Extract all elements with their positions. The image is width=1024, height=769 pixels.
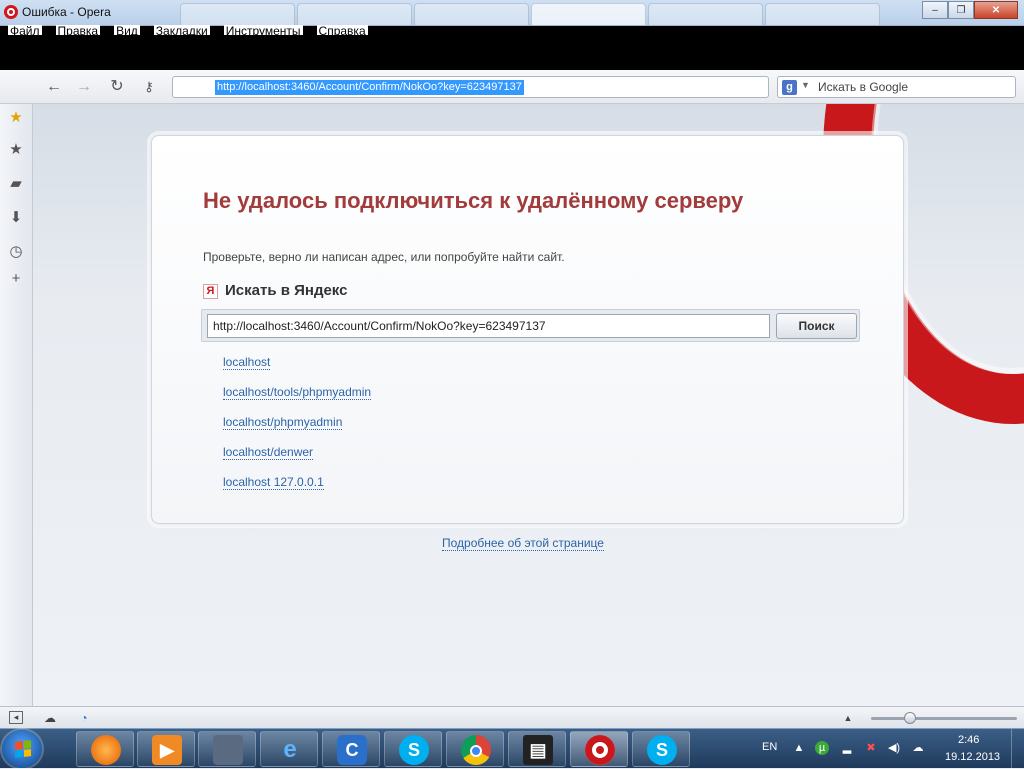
suggestion-link[interactable]: localhost/tools/phpmyadmin: [223, 385, 372, 400]
firefox-icon: [91, 735, 121, 765]
taskbar-skype[interactable]: S: [384, 731, 442, 767]
taskbar-opera[interactable]: [570, 731, 628, 767]
history-icon[interactable]: ◷: [7, 243, 25, 261]
taskbar-firefox[interactable]: [76, 731, 134, 767]
game-icon: [213, 735, 243, 765]
taskbar: ▶ e C S ▤ S EN ▲ µ ▂ ✖ ◀) ☁ 2:46 19.12.2…: [0, 728, 1024, 769]
menu-items: Файл Правка Вид Закладки Инструменты Спр…: [8, 25, 368, 35]
speedometer-icon[interactable]: ◔: [76, 710, 92, 726]
side-panel: ★ ★ ▰ ⬇ ◷ +: [0, 104, 33, 706]
tab[interactable]: [765, 3, 880, 25]
tab-strip: [180, 3, 880, 25]
menu-tools[interactable]: Инструменты: [223, 25, 303, 35]
taskbar-skype[interactable]: S: [632, 731, 690, 767]
tab[interactable]: [180, 3, 295, 25]
skype-icon: S: [399, 735, 429, 765]
panel-toggle-icon[interactable]: ◂: [9, 711, 23, 724]
minimize-button[interactable]: ‒: [922, 1, 948, 19]
bookmarks-icon[interactable]: ★: [7, 141, 25, 159]
zoom-slider[interactable]: [871, 717, 1017, 720]
suggestion-link[interactable]: localhost/denwer: [223, 445, 314, 460]
language-indicator[interactable]: EN: [762, 741, 777, 753]
tab[interactable]: [648, 3, 763, 25]
more-info-link[interactable]: Подробнее об этой странице: [442, 536, 604, 551]
notes-icon[interactable]: ▰: [7, 175, 25, 193]
menu-edit[interactable]: Правка: [55, 25, 101, 35]
internet-explorer-icon: e: [283, 736, 297, 763]
menu-file[interactable]: Файл: [8, 25, 42, 35]
tab[interactable]: [297, 3, 412, 25]
add-panel-icon[interactable]: +: [7, 270, 25, 288]
maximize-button[interactable]: ❐: [948, 1, 974, 19]
key-icon[interactable]: ⚷: [139, 78, 159, 96]
show-desktop-button[interactable]: [1011, 729, 1024, 769]
window-title: Ошибка - Opera: [22, 5, 111, 19]
clock-time[interactable]: 2:46: [958, 734, 979, 746]
volume-icon[interactable]: ◀): [887, 741, 901, 755]
taskbar-game[interactable]: [198, 731, 256, 767]
menu-help[interactable]: Справка: [316, 25, 368, 35]
title-bar: Ошибка - Opera ‒ ❐ ✕: [0, 0, 1024, 26]
search-button[interactable]: Поиск: [776, 313, 857, 339]
notification-icon[interactable]: ☁: [911, 741, 925, 755]
suggestion-link[interactable]: localhost: [223, 355, 271, 370]
address-toolbar: ← → ↻ ⚷ http://localhost:3460/Account/Co…: [0, 70, 1024, 104]
clock-date[interactable]: 19.12.2013: [945, 751, 1000, 763]
show-hidden-icons-icon[interactable]: ▲: [792, 741, 806, 755]
page-content: Не удалось подключиться к удалённому сер…: [33, 104, 1024, 706]
printer-icon: ▤: [523, 735, 553, 765]
reload-icon[interactable]: ↻: [107, 78, 127, 96]
cloud-icon[interactable]: ☁: [42, 710, 58, 726]
yandex-search-input[interactable]: http://localhost:3460/Account/Confirm/No…: [207, 314, 770, 338]
suggestion-link[interactable]: localhost 127.0.0.1: [223, 475, 324, 490]
search-field[interactable]: g ▼ Искать в Google: [777, 76, 1016, 98]
status-bar: ◂ ☁ ◔ ▲: [0, 706, 1024, 728]
back-arrow-icon[interactable]: ←: [44, 78, 64, 96]
skype-icon: S: [647, 735, 677, 765]
taskbar-chrome[interactable]: [446, 731, 504, 767]
power-icon[interactable]: ✖: [864, 741, 878, 755]
address-field[interactable]: http://localhost:3460/Account/Confirm/No…: [172, 76, 769, 98]
google-icon[interactable]: g: [782, 80, 797, 95]
media-player-icon: ▶: [152, 735, 182, 765]
tab-active[interactable]: [531, 3, 646, 25]
error-title: Не удалось подключиться к удалённому сер…: [203, 188, 744, 213]
network-icon[interactable]: ▂: [840, 741, 854, 755]
chrome-icon: [461, 735, 491, 765]
opera-icon: [585, 735, 615, 765]
error-card: Не удалось подключиться к удалённому сер…: [151, 135, 904, 524]
taskbar-printer[interactable]: ▤: [508, 731, 566, 767]
app-icon: C: [337, 735, 367, 765]
downloads-icon[interactable]: ⬇: [7, 209, 25, 227]
windows-logo-icon: [15, 740, 31, 758]
chevron-down-icon[interactable]: ▼: [801, 80, 810, 90]
url-text[interactable]: http://localhost:3460/Account/Confirm/No…: [215, 80, 524, 95]
window-controls: ‒ ❐ ✕: [922, 1, 1018, 19]
opera-logo-icon: [4, 5, 18, 19]
menu-bar: Файл Правка Вид Закладки Инструменты Спр…: [0, 25, 1024, 70]
taskbar-app[interactable]: C: [322, 731, 380, 767]
forward-arrow-icon[interactable]: →: [74, 78, 94, 96]
error-description: Проверьте, верно ли написан адрес, или п…: [203, 250, 565, 264]
speed-dial-icon[interactable]: ★: [7, 109, 25, 127]
tab[interactable]: [414, 3, 529, 25]
yandex-search-heading: Искать в Яндекс: [225, 282, 348, 299]
zoom-slider-handle[interactable]: [904, 712, 917, 724]
taskbar-internet-explorer[interactable]: e: [260, 731, 318, 767]
search-placeholder[interactable]: Искать в Google: [818, 80, 908, 94]
start-button[interactable]: [2, 730, 42, 768]
taskbar-media-player[interactable]: ▶: [137, 731, 195, 767]
menu-bookmarks[interactable]: Закладки: [153, 25, 210, 35]
yandex-icon: Я: [203, 284, 218, 299]
utorrent-icon[interactable]: µ: [815, 741, 829, 755]
suggestion-link[interactable]: localhost/phpmyadmin: [223, 415, 343, 430]
view-icon[interactable]: ▲: [840, 710, 856, 726]
menu-view[interactable]: Вид: [114, 25, 140, 35]
close-button[interactable]: ✕: [974, 1, 1018, 19]
yandex-search-form: http://localhost:3460/Account/Confirm/No…: [201, 309, 860, 342]
